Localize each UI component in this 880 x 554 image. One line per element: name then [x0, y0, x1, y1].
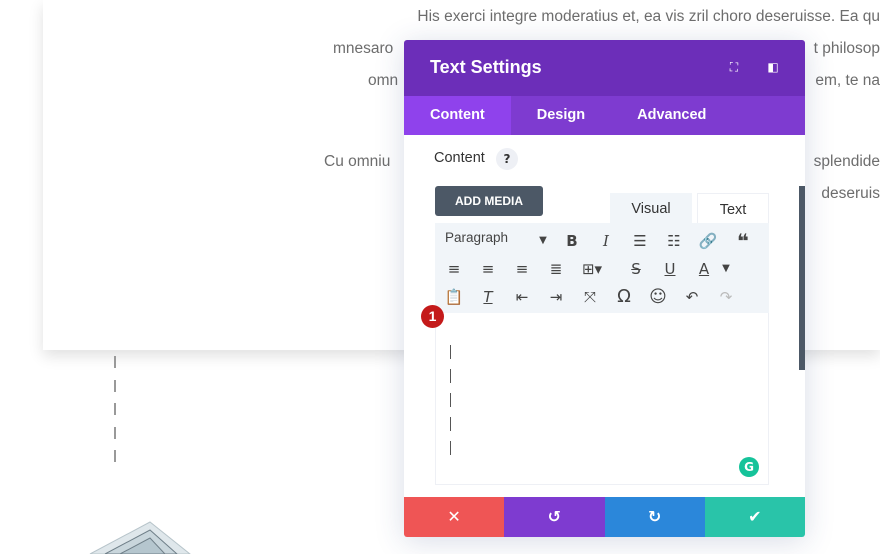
redo-icon[interactable]: ↷: [715, 286, 737, 308]
strikethrough-icon[interactable]: S: [625, 258, 647, 280]
content-label: Content: [434, 150, 485, 166]
text-caret: [450, 345, 451, 359]
save-button[interactable]: ✔: [704, 497, 805, 537]
body-text-line: His exerci integre moderatius et, ea vis…: [417, 8, 880, 25]
body-text-line: em, te na: [815, 72, 880, 89]
format-select[interactable]: Paragraph: [445, 230, 508, 245]
link-icon[interactable]: 🔗: [697, 230, 719, 252]
tab-design[interactable]: Design: [511, 96, 611, 135]
text-caret: [450, 441, 451, 455]
body-text-line: mnesaro: [333, 40, 394, 57]
body-text-line: Cu omniu: [324, 153, 391, 170]
align-center-icon[interactable]: ≡: [477, 258, 499, 280]
modal-title: Text Settings: [430, 57, 542, 77]
dashed-line: [114, 403, 116, 415]
dashed-line: [114, 356, 116, 368]
editor-toolbar: Paragraph ▼ B I ☰ ☷ 🔗 ❝ ≡ ≡ ≡ ≣ ⊞▾ S U A…: [435, 223, 769, 313]
chevron-down-icon[interactable]: ▼: [715, 258, 737, 280]
cancel-button[interactable]: ✕: [404, 497, 505, 537]
special-character-icon[interactable]: Ω: [613, 286, 635, 308]
text-caret: [450, 393, 451, 407]
quote-icon[interactable]: ❝: [732, 230, 754, 252]
numbered-list-icon[interactable]: ☷: [663, 230, 685, 252]
body-text-line: splendide: [813, 153, 880, 170]
tab-advanced[interactable]: Advanced: [611, 96, 732, 135]
dashed-line: [114, 380, 116, 392]
text-caret: [450, 417, 451, 431]
undo-icon[interactable]: ↶: [681, 286, 703, 308]
text-settings-modal: Text Settings ⛶ ◧ Content Design Advance…: [404, 40, 805, 537]
bold-icon[interactable]: B: [561, 230, 583, 252]
body-text-line: omn: [368, 72, 399, 89]
fullscreen-icon[interactable]: ⛶: [727, 60, 741, 74]
tab-content[interactable]: Content: [404, 96, 511, 135]
bullet-list-icon[interactable]: ☰: [629, 230, 651, 252]
italic-icon[interactable]: I: [595, 230, 617, 252]
table-icon[interactable]: ⊞▾: [581, 258, 603, 280]
body-text-line: t philosop: [813, 40, 880, 57]
justify-icon[interactable]: ≣: [545, 258, 567, 280]
text-caret: [450, 369, 451, 383]
modal-header: Text Settings ⛶ ◧: [404, 40, 805, 96]
underline-icon[interactable]: U: [659, 258, 681, 280]
modal-tabs: Content Design Advanced: [404, 96, 805, 135]
outdent-icon[interactable]: ⇤: [511, 286, 533, 308]
grammarly-icon[interactable]: G: [739, 457, 759, 477]
chevron-down-icon[interactable]: ▼: [532, 230, 554, 252]
editor-textarea[interactable]: G: [435, 313, 769, 485]
indent-icon[interactable]: ⇥: [545, 286, 567, 308]
clear-formatting-icon[interactable]: T: [477, 286, 499, 308]
fullscreen-icon[interactable]: ⤧: [579, 286, 601, 308]
split-view-icon[interactable]: ◧: [766, 60, 780, 74]
undo-button[interactable]: ↺: [504, 497, 605, 537]
scrollbar[interactable]: [799, 186, 805, 370]
align-right-icon[interactable]: ≡: [511, 258, 533, 280]
paste-text-icon[interactable]: 📋: [443, 286, 465, 308]
tab-visual[interactable]: Visual: [610, 193, 692, 223]
help-button[interactable]: ?: [496, 148, 518, 170]
modal-footer: ✕ ↺ ↻ ✔: [404, 497, 805, 537]
tab-text[interactable]: Text: [697, 193, 769, 223]
dashed-line: [114, 450, 116, 462]
text-color-icon[interactable]: A: [693, 258, 715, 280]
body-text-line: deseruis: [821, 185, 880, 202]
add-media-button[interactable]: ADD MEDIA: [435, 186, 543, 216]
isometric-illustration: [89, 521, 191, 554]
align-left-icon[interactable]: ≡: [443, 258, 465, 280]
redo-button[interactable]: ↻: [604, 497, 705, 537]
step-badge: 1: [421, 305, 444, 328]
dashed-line: [114, 427, 116, 439]
emoji-icon[interactable]: ☺: [647, 286, 669, 308]
